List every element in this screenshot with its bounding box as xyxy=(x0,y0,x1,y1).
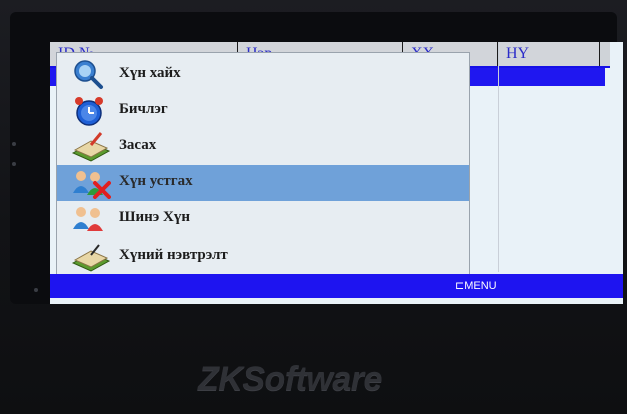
indicator-led xyxy=(12,142,16,146)
search-user-icon xyxy=(74,60,103,89)
status-bar: ⊏MENU xyxy=(50,274,623,298)
table-divider xyxy=(498,42,499,272)
menu-item-label: Хүн устгах xyxy=(119,173,193,189)
menu-item-label: Бичлэг xyxy=(119,101,168,117)
edit-book-icon xyxy=(71,132,111,162)
column-header-pw[interactable]: НҮ xyxy=(498,42,600,66)
indicator-led xyxy=(34,288,38,292)
new-user-icon xyxy=(73,207,103,231)
indicator-led xyxy=(12,162,16,166)
access-book-icon xyxy=(71,244,111,272)
menu-item-label: Хүн хайх xyxy=(119,65,181,81)
menu-item-access-control[interactable]: Хүний нэвтрэлт xyxy=(57,239,469,275)
menu-item-new-user[interactable]: Шинэ Хүн xyxy=(57,201,469,237)
lcd-screen: ID № Нэр ХХ НҮ Хүн хайх xyxy=(50,42,623,304)
main-popup-menu: Хүн хайх Бичлэг Засах Хүн устгах Шинэ Хү… xyxy=(56,52,470,298)
menu-item-label: Хүний нэвтрэлт xyxy=(119,247,228,263)
alarm-clock-icon xyxy=(75,97,103,126)
menu-key-hint: ⊏MENU xyxy=(455,280,497,292)
device-body: ID № Нэр ХХ НҮ Хүн хайх xyxy=(0,0,627,414)
menu-item-edit[interactable]: Засах xyxy=(57,129,469,165)
menu-item-records[interactable]: Бичлэг xyxy=(57,93,469,129)
menu-item-search-user[interactable]: Хүн хайх xyxy=(57,57,469,93)
menu-item-label: Шинэ Хүн xyxy=(119,209,190,225)
menu-item-label: Засах xyxy=(119,137,157,153)
delete-user-icon xyxy=(73,171,111,199)
brand-logo: ZKSoftware xyxy=(198,360,382,398)
menu-item-delete-user[interactable]: Хүн устгах xyxy=(57,165,469,201)
